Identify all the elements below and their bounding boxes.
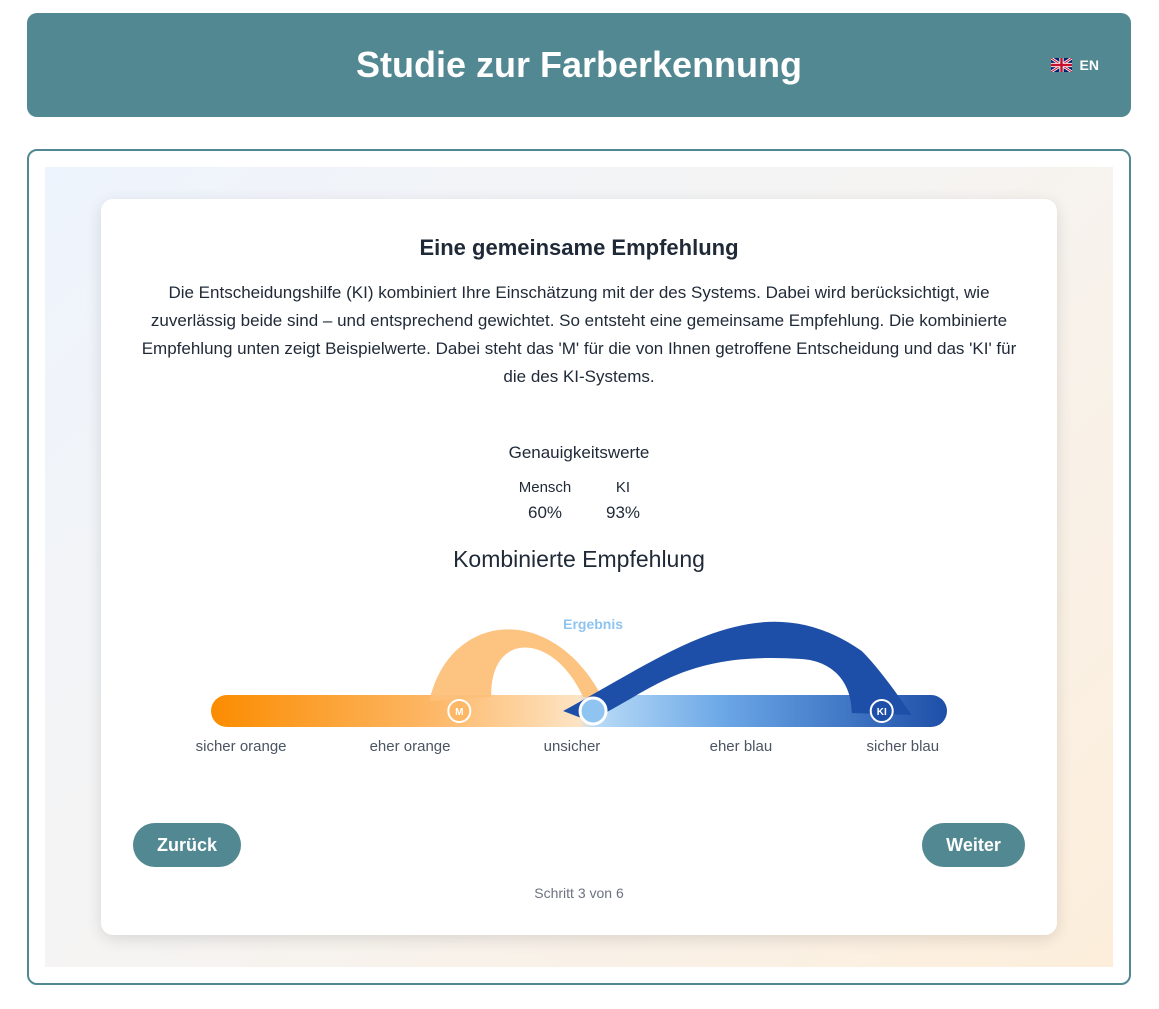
language-label: EN bbox=[1079, 57, 1099, 73]
result-marker bbox=[578, 696, 608, 726]
scale-label-unsure: unsicher bbox=[543, 738, 601, 755]
scale-label-sure-orange: sicher orange bbox=[195, 738, 287, 755]
decision-scale: M KI Ergebnis bbox=[211, 616, 947, 727]
ai-marker-label: KI bbox=[877, 707, 887, 718]
content-frame: Eine gemeinsame Empfehlung Die Entscheid… bbox=[27, 149, 1131, 985]
info-card: Eine gemeinsame Empfehlung Die Entscheid… bbox=[101, 199, 1057, 935]
app-header: Studie zur Farberkennung EN bbox=[27, 13, 1131, 117]
uk-flag-icon bbox=[1050, 58, 1072, 72]
human-marker: M bbox=[447, 699, 472, 723]
result-label: Ergebnis bbox=[563, 616, 623, 632]
content-background: Eine gemeinsame Empfehlung Die Entscheid… bbox=[45, 167, 1113, 967]
next-button[interactable]: Weiter bbox=[922, 823, 1025, 867]
ai-marker: KI bbox=[869, 699, 894, 723]
human-marker-label: M bbox=[455, 707, 463, 718]
language-switch[interactable]: EN bbox=[1050, 56, 1099, 74]
scale-label-sure-blue: sicher blau bbox=[866, 738, 940, 755]
step-indicator: Schritt 3 von 6 bbox=[534, 885, 624, 901]
page-title: Studie zur Farberkennung bbox=[355, 44, 803, 85]
scale-label-rather-orange: eher orange bbox=[369, 738, 451, 755]
back-button[interactable]: Zurück bbox=[133, 823, 241, 867]
scale-label-rather-blue: eher blau bbox=[709, 738, 773, 755]
human-arc bbox=[429, 629, 604, 701]
